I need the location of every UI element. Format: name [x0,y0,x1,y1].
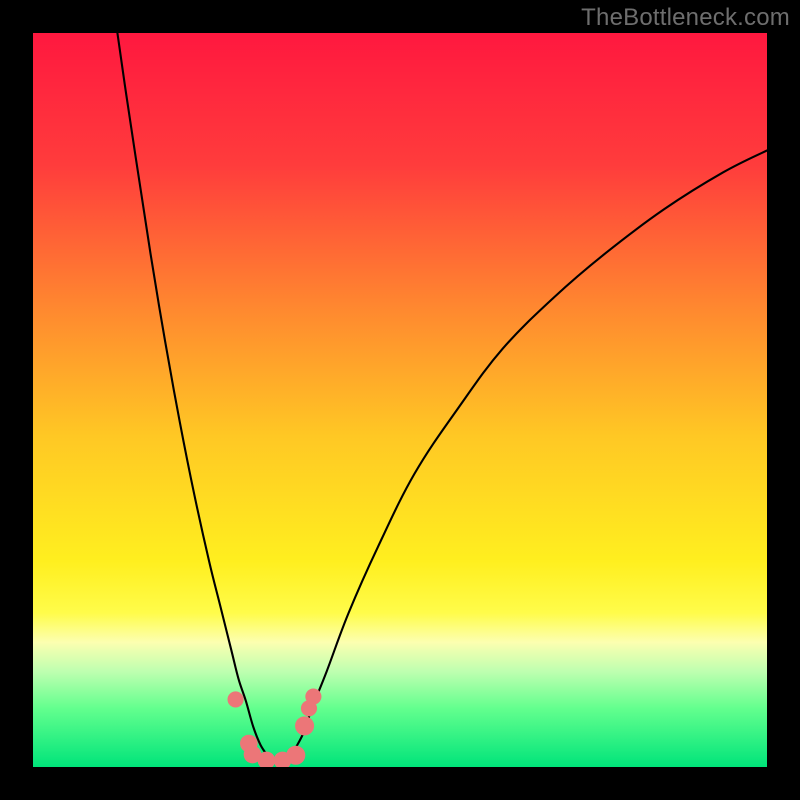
marker-point [305,688,321,704]
watermark-text: TheBottleneck.com [581,4,790,32]
chart-svg [33,33,767,767]
chart-plot-area [33,33,767,767]
chart-frame: TheBottleneck.com [0,0,800,800]
marker-point [286,746,305,765]
marker-point [295,716,314,735]
chart-background [33,33,767,767]
marker-point [228,691,244,707]
